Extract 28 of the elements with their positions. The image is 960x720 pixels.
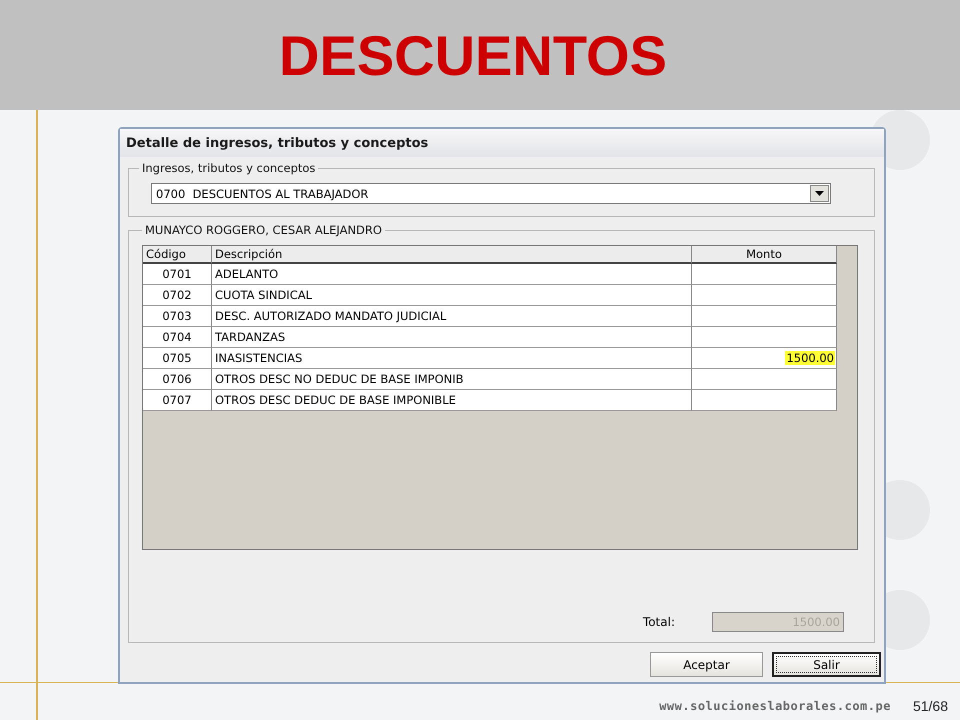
column-header: Código bbox=[143, 246, 212, 264]
table-cell: 0706 bbox=[143, 369, 212, 390]
website-url: www.solucioneslaborales.com.pe bbox=[659, 699, 891, 713]
table-cell: 0703 bbox=[143, 306, 212, 327]
column-header: Monto bbox=[692, 246, 837, 264]
dialog-button[interactable]: Aceptar bbox=[650, 652, 763, 677]
concept-dropdown[interactable]: 0700 DESCUENTOS AL TRABAJADOR bbox=[151, 183, 831, 204]
table-cell: OTROS DESC NO DEDUC DE BASE IMPONIB bbox=[212, 369, 692, 390]
table-cell: 0707 bbox=[143, 390, 212, 411]
table-cell: 0705 bbox=[143, 348, 212, 369]
amount-value: 1500.00 bbox=[785, 351, 835, 365]
group-label: Ingresos, tributos y conceptos bbox=[142, 161, 316, 175]
total-label: Total: bbox=[642, 615, 675, 629]
window-title: Detalle de ingresos, tributos y conceptos bbox=[126, 136, 428, 150]
table-cell: INASISTENCIAS bbox=[212, 348, 692, 369]
employee-name: MUNAYCO ROGGERO, CESAR ALEJANDRO bbox=[145, 223, 382, 237]
dialog-button[interactable]: Salir bbox=[772, 652, 881, 677]
table-cell: 0702 bbox=[143, 285, 212, 306]
column-header: Descripción bbox=[212, 246, 692, 264]
slide-title: DESCUENTOS bbox=[279, 22, 667, 88]
table-cell: ADELANTO bbox=[212, 264, 692, 285]
table-cell: TARDANZAS bbox=[212, 327, 692, 348]
table-cell: 0701 bbox=[143, 264, 212, 285]
table-cell: DESC. AUTORIZADO MANDATO JUDICIAL bbox=[212, 306, 692, 327]
table-cell: OTROS DESC DEDUC DE BASE IMPONIBLE bbox=[212, 390, 692, 411]
table-cell: 0704 bbox=[143, 327, 212, 348]
table-cell: CUOTA SINDICAL bbox=[212, 285, 692, 306]
page-number: 51/68 bbox=[912, 698, 948, 714]
